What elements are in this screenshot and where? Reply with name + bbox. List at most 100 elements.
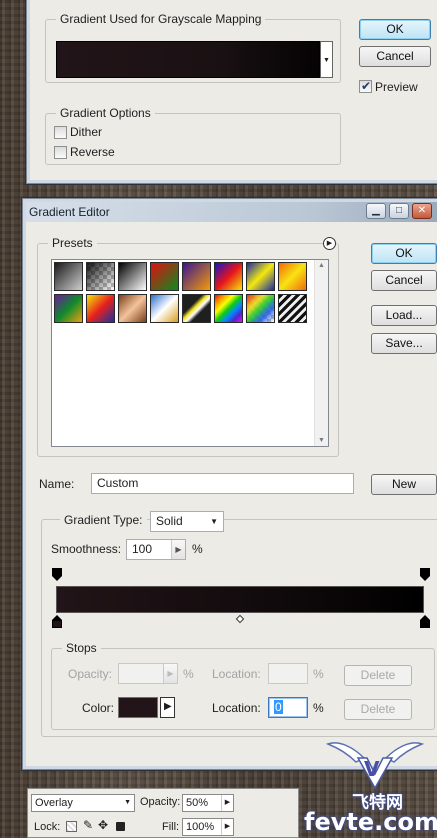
smoothness-percent: % (192, 542, 203, 556)
lock-move-icon[interactable]: ✥ (98, 818, 108, 832)
preset-swatch[interactable] (214, 294, 243, 323)
layer-opacity-value: 50% (186, 797, 209, 809)
color-location-value: 0 (274, 700, 283, 714)
preset-swatch[interactable] (86, 262, 115, 291)
smoothness-value: 100 (132, 542, 153, 556)
gradient-map-dialog: Gradient Used for Grayscale Mapping ▼ Gr… (26, 0, 437, 184)
color-location-input[interactable]: 0 (268, 697, 308, 718)
gradient-map-preview[interactable] (56, 41, 320, 78)
presets-menu-button[interactable]: ▶ (323, 237, 336, 250)
preset-swatch[interactable] (278, 294, 307, 323)
blend-mode-select[interactable]: Overlay ▼ (31, 794, 135, 812)
stops-legend: Stops (62, 641, 101, 655)
opacity-location-percent: % (313, 667, 324, 681)
preset-swatch[interactable] (246, 262, 275, 291)
presets-legend: Presets (48, 236, 97, 250)
stops-group: Stops Opacity: ▶ % Location: % Delete Co… (51, 641, 435, 730)
preset-swatch[interactable] (150, 262, 179, 291)
chevron-down-icon: ▼ (124, 799, 131, 806)
color-location-percent: % (313, 701, 324, 715)
close-icon[interactable]: ✕ (412, 203, 432, 219)
gradient-editor-cancel-button[interactable]: Cancel (371, 270, 437, 291)
scroll-down-icon[interactable]: ▼ (318, 437, 325, 444)
name-label: Name: (39, 477, 75, 491)
lock-transparency-icon[interactable] (66, 821, 77, 832)
preset-swatch[interactable] (54, 262, 83, 291)
name-input[interactable]: Custom (91, 473, 354, 494)
opacity-percent: % (183, 667, 194, 681)
opacity-slider-icon[interactable]: ▶ (221, 795, 233, 811)
opacity-stop-right[interactable] (420, 568, 430, 581)
color-delete-button: Delete (344, 699, 412, 720)
opacity-location-label: Location: (212, 667, 261, 681)
gradient-editor-ok-button[interactable]: OK (371, 243, 437, 264)
preset-swatch[interactable] (278, 262, 307, 291)
opacity-stop-left[interactable] (52, 568, 62, 581)
svg-text:V: V (364, 757, 380, 781)
gradient-type-label: Gradient Type: (60, 513, 147, 527)
gradient-editor-titlebar[interactable]: Gradient Editor ▁ □ ✕ (26, 202, 437, 222)
fill-label: Fill: (162, 821, 180, 833)
preset-swatch[interactable] (214, 262, 243, 291)
dither-checkbox[interactable] (54, 126, 67, 139)
color-stop-right[interactable] (420, 615, 430, 628)
preset-swatch[interactable] (182, 262, 211, 291)
gradient-options-legend: Gradient Options (56, 106, 155, 120)
opacity-input: ▶ (118, 663, 178, 684)
smoothness-input[interactable]: 100 ▶ (126, 539, 186, 560)
winged-v-logo-icon: V (325, 742, 425, 790)
chevron-down-icon: ▼ (323, 57, 330, 64)
preset-swatch[interactable] (86, 294, 115, 323)
arrow-right-icon: ▶ (164, 701, 172, 712)
chevron-down-icon: ▼ (210, 517, 218, 526)
opacity-delete-button: Delete (344, 665, 412, 686)
gradient-type-value: Solid (156, 514, 183, 528)
checkmark-icon: ✔ (361, 79, 372, 93)
gradient-map-ok-button[interactable]: OK (359, 19, 431, 40)
preset-swatch[interactable] (118, 262, 147, 291)
opacity-slider-toggle: ▶ (163, 664, 177, 683)
midpoint-diamond-icon[interactable] (235, 614, 245, 624)
preset-swatch[interactable] (246, 294, 275, 323)
preset-swatch[interactable] (54, 294, 83, 323)
preview-label: Preview (375, 80, 418, 94)
fill-input[interactable]: 100% ▶ (182, 818, 234, 836)
lock-all-icon[interactable] (116, 822, 125, 831)
opacity-label: Opacity: (68, 667, 113, 681)
minimize-icon[interactable]: ▁ (366, 203, 386, 219)
preset-swatch[interactable] (182, 294, 211, 323)
stop-color-swatch[interactable] (118, 697, 158, 718)
reverse-checkbox[interactable] (54, 146, 67, 159)
preset-swatch[interactable] (150, 294, 179, 323)
color-picker-arrow-button[interactable]: ▶ (160, 697, 175, 718)
load-button[interactable]: Load... (371, 305, 437, 326)
color-label: Color: (82, 701, 115, 715)
lock-label: Lock: (34, 821, 61, 833)
fill-slider-icon[interactable]: ▶ (221, 819, 233, 835)
fill-value: 100% (186, 821, 215, 833)
watermark: V 飞特网 fevte.com (300, 736, 437, 838)
gradient-type-select[interactable]: Solid ▼ (150, 511, 224, 532)
gradient-bar[interactable] (56, 586, 424, 613)
gradient-map-cancel-button[interactable]: Cancel (359, 46, 431, 67)
preset-swatch[interactable] (118, 294, 147, 323)
grayscale-mapping-legend: Gradient Used for Grayscale Mapping (56, 12, 266, 26)
opacity-location-input (268, 663, 308, 684)
scroll-up-icon[interactable]: ▲ (318, 262, 325, 269)
arrow-right-icon: ▶ (326, 240, 333, 247)
new-button[interactable]: New (371, 474, 437, 495)
gradient-map-dropdown-button[interactable]: ▼ (320, 41, 333, 78)
color-stop-left[interactable] (52, 615, 62, 628)
layer-opacity-input[interactable]: 50% ▶ (182, 794, 234, 812)
grayscale-mapping-group: Gradient Used for Grayscale Mapping ▼ (45, 12, 341, 83)
smoothness-slider-toggle[interactable]: ▶ (171, 540, 185, 559)
gradient-settings-group: Gradient Type: Solid ▼ Smoothness: 100 ▶… (41, 511, 437, 737)
layer-opacity-label: Opacity: (140, 796, 181, 808)
presets-group: Presets ▶ ▲ ▼ (37, 236, 339, 457)
gradient-options-group: Gradient Options Dither Reverse (45, 106, 341, 165)
presets-scrollbar[interactable]: ▲ ▼ (314, 260, 328, 446)
save-button[interactable]: Save... (371, 333, 437, 354)
preview-checkbox[interactable]: ✔ (359, 79, 372, 93)
lock-brush-icon[interactable]: ✎ (83, 818, 93, 832)
maximize-icon[interactable]: □ (389, 203, 409, 219)
